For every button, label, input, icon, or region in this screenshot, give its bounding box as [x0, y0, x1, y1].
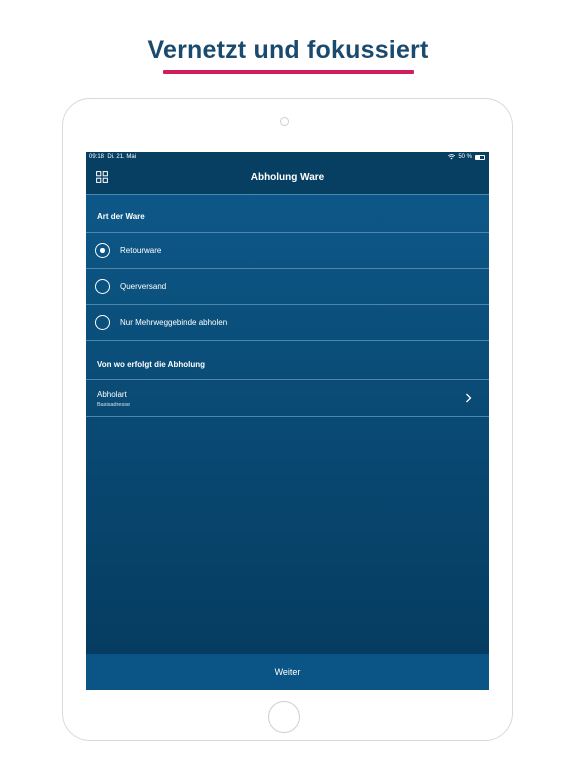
page-title: Abholung Ware: [250, 172, 325, 183]
status-time: 09:18 Di. 21. Mai: [89, 152, 136, 162]
section-header-goods: Art der Ware: [86, 195, 489, 233]
battery-icon: [475, 154, 485, 160]
continue-button-label: Weiter: [274, 667, 301, 677]
battery-fill: [476, 155, 480, 159]
radio-label: Nur Mehrweggebinde abholen: [120, 318, 228, 327]
pickup-type-row[interactable]: Abholart Basisadresse: [86, 380, 489, 417]
wifi-icon: [448, 154, 456, 160]
chevron-right-icon: [466, 393, 472, 403]
radio-button[interactable]: [95, 279, 110, 294]
pickup-type-subtitle: Basisadresse: [97, 402, 131, 408]
home-button[interactable]: [268, 701, 300, 733]
continue-button[interactable]: Weiter: [86, 654, 489, 690]
camera-icon: [280, 117, 289, 126]
status-time-value: 09:18: [89, 154, 105, 160]
headline: Vernetzt und fokussiert: [147, 36, 429, 64]
headline-underline: [163, 70, 414, 74]
status-right: 50 %: [448, 152, 485, 162]
pickup-type-title: Abholart: [97, 390, 127, 399]
radio-label: Querversand: [120, 282, 167, 291]
radio-button[interactable]: [95, 315, 110, 330]
radio-option-querversand[interactable]: Querversand: [86, 269, 489, 305]
status-date: Di. 21. Mai: [107, 154, 137, 160]
status-bar: 09:18 Di. 21. Mai 50 %: [86, 152, 489, 162]
battery-percentage: 50 %: [458, 154, 472, 160]
radio-option-mehrweggebinde[interactable]: Nur Mehrweggebinde abholen: [86, 305, 489, 341]
nav-bar: Abholung Ware: [86, 162, 489, 195]
radio-option-retourware[interactable]: Retourware: [86, 233, 489, 269]
radio-selected-dot: [100, 248, 105, 253]
radio-button-selected[interactable]: [95, 243, 110, 258]
app-screen: 09:18 Di. 21. Mai 50 % Abholung Ware Art…: [86, 152, 489, 690]
section-header-location: Von wo erfolgt die Abholung: [86, 341, 489, 380]
radio-label: Retourware: [120, 246, 162, 255]
